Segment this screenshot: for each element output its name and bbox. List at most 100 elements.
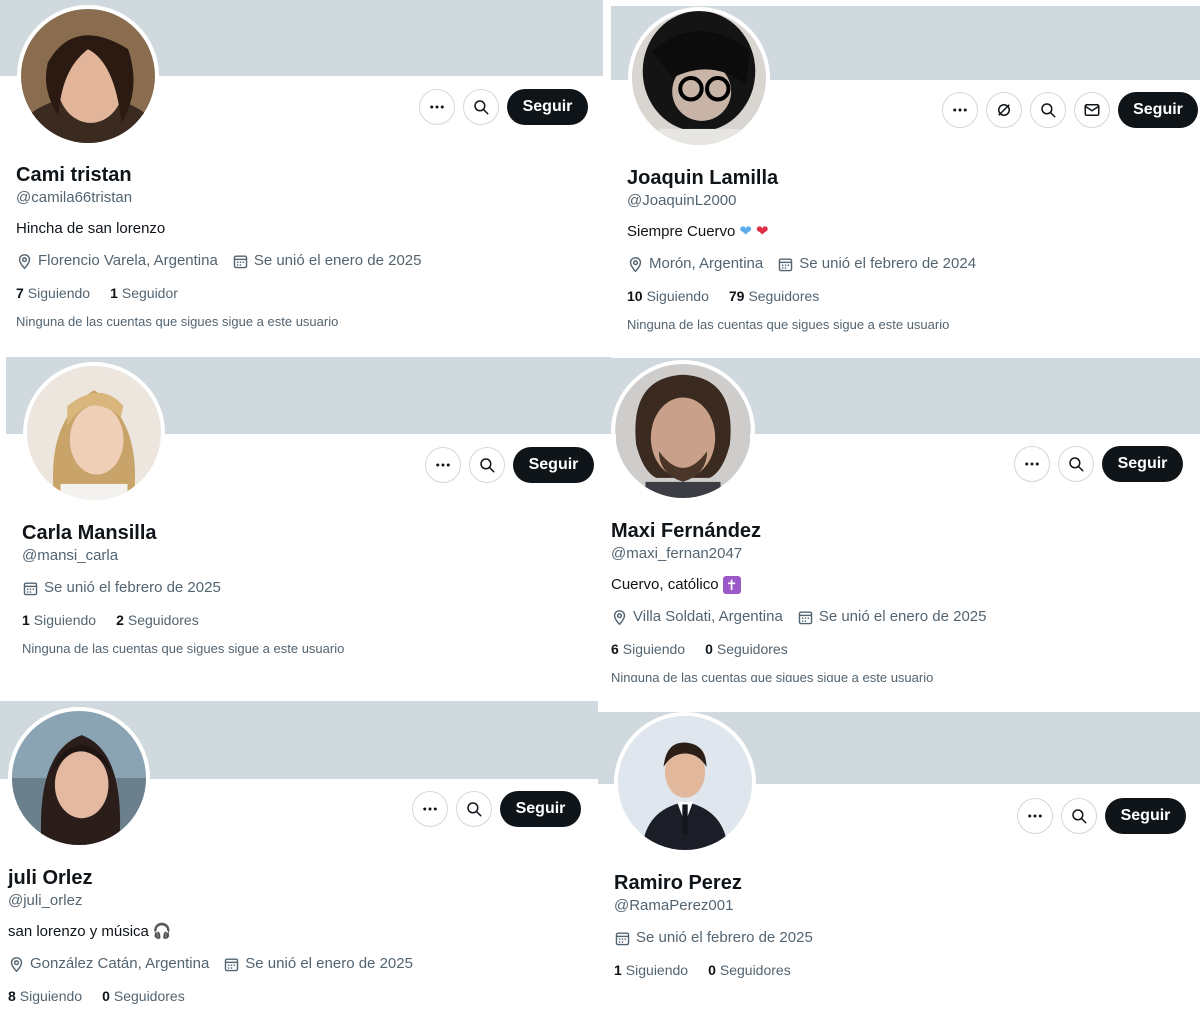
followers-link[interactable]: 0 Seguidores (708, 960, 791, 980)
calendar-icon (223, 956, 240, 973)
follow-stats: 7 Siguiendo 1 Seguidor (16, 283, 421, 303)
more-button[interactable] (412, 791, 448, 827)
profile-meta: Morón, Argentina Se unió el febrero de 2… (627, 254, 976, 274)
join-date: Se unió el febrero de 2025 (22, 578, 221, 598)
following-link[interactable]: 10 Siguiendo (627, 286, 709, 306)
search-button[interactable] (469, 447, 505, 483)
following-link[interactable]: 1 Siguiendo (614, 960, 688, 980)
followers-link[interactable]: 1 Seguidor (110, 283, 178, 303)
join-date: Se unió el enero de 2025 (797, 607, 986, 627)
more-icon (951, 101, 969, 119)
profile-info: juli Orlez @juli_orlez san lorenzo y mús… (8, 866, 413, 1006)
follow-button[interactable]: Seguir (507, 89, 588, 125)
message-icon (1083, 101, 1101, 119)
follow-stats: 1 Siguiendo 2 Seguidores (22, 610, 344, 630)
avatar[interactable] (17, 5, 159, 147)
more-icon (434, 456, 452, 474)
following-link[interactable]: 1 Siguiendo (22, 610, 96, 630)
search-icon (1039, 101, 1057, 119)
profile-actions: Seguir (412, 791, 581, 827)
follow-button[interactable]: Seguir (500, 791, 581, 827)
location: Florencio Varela, Argentina (16, 251, 218, 271)
follow-stats: 10 Siguiendo 79 Seguidores (627, 286, 976, 306)
username: @camila66tristan (16, 189, 133, 206)
search-button[interactable] (1058, 446, 1094, 482)
followers-link[interactable]: 0 Seguidores (705, 639, 788, 659)
more-button[interactable] (1017, 798, 1053, 834)
calendar-icon (797, 609, 814, 626)
calendar-icon (22, 580, 39, 597)
following-link[interactable]: 8 Siguiendo (8, 986, 82, 1006)
location: Villa Soldati, Argentina (611, 607, 783, 627)
avatar[interactable] (8, 707, 150, 849)
mutual-followers-note: Ninguna de las cuentas que sigues sigue … (16, 314, 339, 329)
more-icon (1026, 807, 1044, 825)
join-date: Se unió el enero de 2025 (232, 251, 421, 271)
follow-button[interactable]: Seguir (1118, 92, 1198, 128)
profile-card-cami: Seguir Cami tristan @camila66tristan Hin… (0, 0, 603, 350)
follow-button[interactable]: Seguir (513, 447, 594, 483)
username: @RamaPerez001 (614, 897, 734, 914)
display-name: Joaquin Lamilla (627, 167, 779, 189)
join-date: Se unió el febrero de 2024 (777, 254, 976, 274)
avatar[interactable] (628, 7, 770, 149)
latin-cross-icon: ✝ (722, 576, 741, 594)
profile-meta: Se unió el febrero de 2025 (22, 578, 344, 598)
headphones-icon: 🎧 (152, 923, 172, 940)
message-button[interactable] (1074, 92, 1110, 128)
followers-link[interactable]: 0 Seguidores (102, 986, 185, 1006)
location-pin-icon (611, 609, 628, 626)
more-button[interactable] (425, 447, 461, 483)
display-name: Ramiro Perez (614, 872, 742, 894)
more-button[interactable] (1014, 446, 1050, 482)
profile-meta: Se unió el febrero de 2025 (614, 928, 813, 948)
follow-button[interactable]: Seguir (1102, 446, 1183, 482)
calendar-icon (777, 256, 794, 273)
location-pin-icon (8, 956, 25, 973)
avatar[interactable] (611, 360, 755, 502)
follow-stats: 1 Siguiendo 0 Seguidores (614, 960, 813, 980)
profile-info: Joaquin Lamilla @JoaquinL2000 Siempre Cu… (627, 166, 976, 334)
display-name: juli Orlez (8, 867, 93, 889)
search-button[interactable] (1030, 92, 1066, 128)
grok-button[interactable] (986, 92, 1022, 128)
avatar[interactable] (614, 712, 756, 854)
display-name: Maxi Fernández (611, 520, 762, 542)
profile-info: Cami tristan @camila66tristan Hincha de … (16, 163, 421, 331)
profile-card-joaquin: Seguir Joaquin Lamilla @JoaquinL2000 Sie… (611, 0, 1200, 350)
profile-actions: Seguir (942, 92, 1198, 128)
followers-link[interactable]: 2 Seguidores (116, 610, 199, 630)
join-date: Se unió el enero de 2025 (223, 954, 413, 974)
bio: Siempre Cuervo ❤ ❤ (627, 223, 769, 240)
search-button[interactable] (456, 791, 492, 827)
username: @maxi_fernan2047 (611, 545, 743, 562)
search-button[interactable] (463, 89, 499, 125)
search-icon (465, 800, 483, 818)
profile-actions: Seguir (425, 447, 594, 483)
more-icon (421, 800, 439, 818)
following-link[interactable]: 7 Siguiendo (16, 283, 90, 303)
follow-stats: 8 Siguiendo 0 Seguidores (8, 986, 413, 1006)
mutual-followers-note: Ninguna de las cuentas que sigues sigue … (22, 641, 345, 656)
profile-card-ramiro: Seguir Ramiro Perez @RamaPerez001 Se uni… (598, 712, 1200, 1012)
following-link[interactable]: 6 Siguiendo (611, 639, 685, 659)
location-pin-icon (627, 256, 644, 273)
profile-actions: Seguir (1017, 798, 1186, 834)
profile-info: Ramiro Perez @RamaPerez001 Se unió el fe… (614, 871, 813, 980)
grok-icon (995, 101, 1013, 119)
profile-meta: Villa Soldati, Argentina Se unió el ener… (611, 607, 986, 627)
search-icon (1067, 455, 1085, 473)
location-pin-icon (16, 253, 33, 270)
bio: Cuervo, católico ✝ (611, 575, 986, 595)
followers-link[interactable]: 79 Seguidores (729, 286, 819, 306)
more-icon (428, 98, 446, 116)
more-button[interactable] (942, 92, 978, 128)
follow-button[interactable]: Seguir (1105, 798, 1186, 834)
username: @JoaquinL2000 (627, 192, 737, 209)
profile-meta: Florencio Varela, Argentina Se unió el e… (16, 251, 421, 271)
search-icon (472, 98, 490, 116)
more-button[interactable] (419, 89, 455, 125)
profile-actions: Seguir (1014, 446, 1183, 482)
avatar[interactable] (23, 362, 165, 504)
search-button[interactable] (1061, 798, 1097, 834)
